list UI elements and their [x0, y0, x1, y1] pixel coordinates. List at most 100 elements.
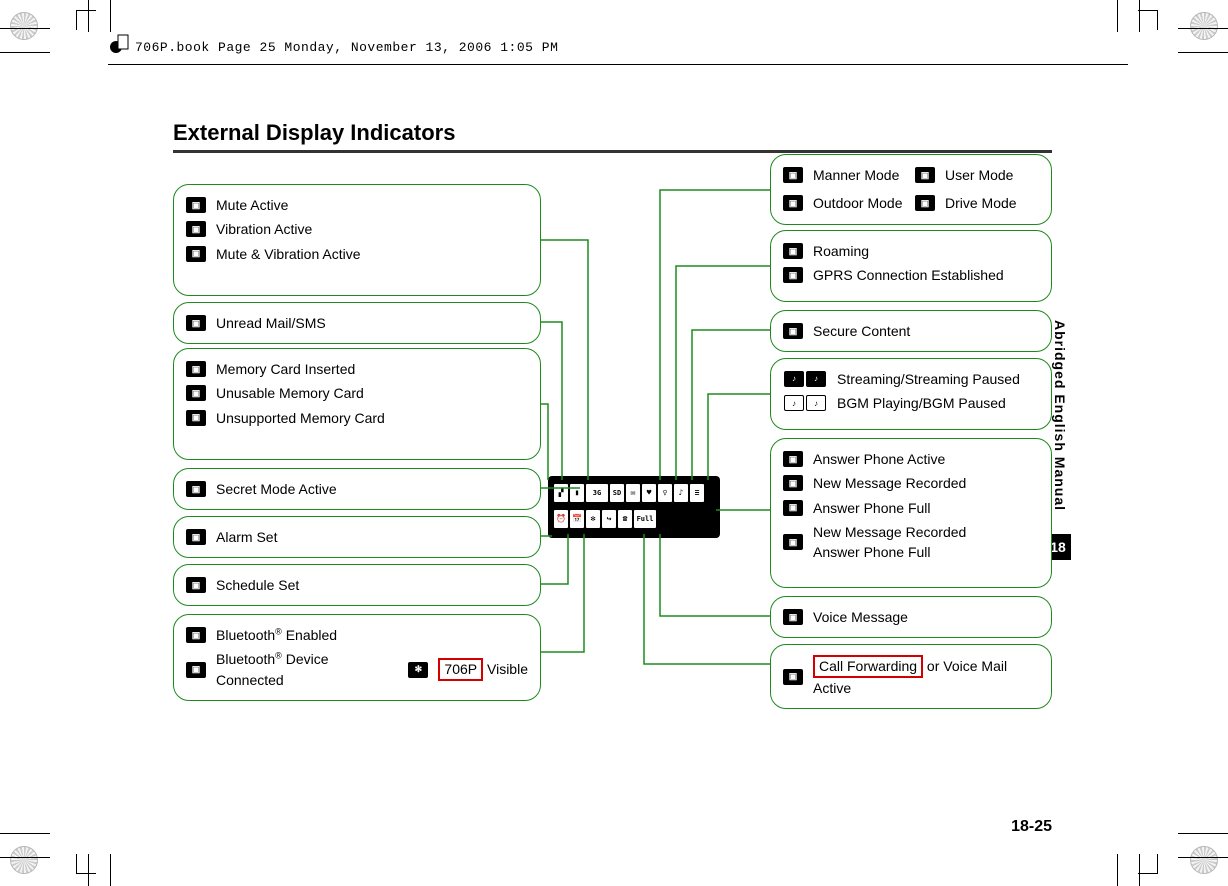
indicator-label: Call Forwarding or Voice Mail Active — [813, 655, 1039, 698]
indicator-group-media: ♪♪ Streaming/Streaming Paused ♪♪ BGM Playin… — [770, 358, 1052, 430]
indicator-label: Answer Phone Full — [813, 498, 931, 518]
mute-vibration-icon: ▣ — [186, 246, 206, 262]
indicator-group-voicemsg: ▣Voice Message — [770, 596, 1052, 638]
indicator-label: Roaming — [813, 241, 869, 261]
indicator-group-callfwd: ▣ Call Forwarding or Voice Mail Active — [770, 644, 1052, 709]
indicator-label: Streaming/Streaming Paused — [837, 369, 1020, 389]
bgm-pair-icon: ♪♪ — [783, 395, 827, 411]
streaming-pair-icon: ♪♪ — [783, 371, 827, 387]
indicator-row: ▣ Answer Phone Full — [783, 498, 1039, 518]
indicator-row: ▣ Bluetooth® Enabled — [186, 625, 528, 645]
page-title: External Display Indicators — [173, 120, 455, 146]
page-number: 18-25 — [1011, 818, 1052, 836]
indicator-row: ▣ Bluetooth® DeviceConnected ✻ 706P Visible — [186, 649, 528, 690]
indicator-label: User Mode — [945, 165, 1013, 185]
indicator-label: Memory Card Inserted — [216, 359, 355, 379]
indicator-row: ▣Unread Mail/SMS — [186, 313, 528, 333]
indicator-label: Alarm Set — [216, 527, 277, 547]
indicator-row: ▣ Mute & Vibration Active — [186, 244, 528, 264]
unread-mail-icon: ▣ — [186, 315, 206, 331]
indicator-label: 706P Visible — [438, 658, 528, 681]
vibration-icon: ▣ — [186, 221, 206, 237]
indicator-row: ▣ GPRS Connection Established — [783, 265, 1039, 285]
indicator-row: ▣ New Message Recorded — [783, 473, 1039, 493]
gprs-icon: ▣ — [783, 267, 803, 283]
indicator-label: BGM Playing/BGM Paused — [837, 393, 1006, 413]
indicator-label: Vibration Active — [216, 219, 312, 239]
indicator-label: Answer Phone Active — [813, 449, 945, 469]
manner-mode-icon: ▣ — [783, 167, 803, 183]
indicator-label: Unusable Memory Card — [216, 383, 364, 403]
indicator-label: New Message RecordedAnswer Phone Full — [813, 522, 966, 563]
indicator-row: ▣ Unusable Memory Card — [186, 383, 528, 403]
secret-mode-icon: ▣ — [186, 481, 206, 497]
bluetooth-enabled-icon: ▣ — [186, 627, 206, 643]
mute-icon: ▣ — [186, 197, 206, 213]
indicator-row: ▣Unsupported Memory Card — [186, 408, 528, 428]
title-underline — [173, 150, 1052, 153]
schedule-icon: ▣ — [186, 577, 206, 593]
indicator-group-schedule: ▣ Schedule Set — [173, 564, 541, 606]
indicator-row: ▣ Roaming — [783, 241, 1039, 261]
roaming-icon: ▣ — [783, 243, 803, 259]
user-mode-icon: ▣ — [915, 167, 935, 183]
header-timestamp: 706P.book Page 25 Monday, November 13, 2… — [135, 40, 558, 55]
indicator-row: ▣ User Mode — [915, 165, 1039, 185]
indicator-group-secret: ▣ Secret Mode Active — [173, 468, 541, 510]
sd-inserted-icon: ▣ — [186, 361, 206, 377]
indicator-row: ▣ Vibration Active — [186, 219, 528, 239]
answer-phone-full-icon: ▣ — [783, 500, 803, 516]
indicator-row: ♪♪ BGM Playing/BGM Paused — [783, 393, 1039, 413]
indicator-label: GPRS Connection Established — [813, 265, 1004, 285]
indicator-group-alarm: ▣ Alarm Set — [173, 516, 541, 558]
indicator-row: ▣Mute Active — [186, 195, 528, 215]
call-forwarding-icon: ▣ — [783, 669, 803, 685]
external-display-preview: ▞▮3GSD ✉♥♀♪≡ ⏰📅✻↪☎Full — [548, 476, 720, 538]
indicator-group-memory: ▣ Memory Card Inserted ▣ Unusable Memory Ca… — [173, 348, 541, 460]
indicator-row: ▣ Alarm Set — [186, 527, 528, 547]
indicator-label: Schedule Set — [216, 575, 299, 595]
header-icon — [108, 33, 130, 60]
indicator-group-answerphone: ▣ Answer Phone Active ▣ New Message Recorde… — [770, 438, 1052, 588]
indicator-row: ▣ Drive Mode — [915, 193, 1039, 213]
indicator-row: ▣ New Message RecordedAnswer Phone Full — [783, 522, 1039, 563]
new-message-full-icon: ▣ — [783, 534, 803, 550]
indicator-row: ▣Voice Message — [783, 607, 1039, 627]
outdoor-mode-icon: ▣ — [783, 195, 803, 211]
indicator-row: ▣ Secure Content — [783, 321, 1039, 341]
indicator-group-secure: ▣ Secure Content — [770, 310, 1052, 352]
indicator-row: ▣ Call Forwarding or Voice Mail Active — [783, 655, 1039, 698]
indicator-row: ▣ Memory Card Inserted — [186, 359, 528, 379]
indicator-label: Manner Mode — [813, 165, 899, 185]
indicator-group-bluetooth: ▣ Bluetooth® Enabled ▣ Bluetooth® DeviceCon… — [173, 614, 541, 701]
indicator-row: ▣ Schedule Set — [186, 575, 528, 595]
indicator-row: ▣ Outdoor Mode — [783, 193, 907, 213]
voice-message-icon: ▣ — [783, 609, 803, 625]
secure-content-icon: ▣ — [783, 323, 803, 339]
indicator-row: ♪♪ Streaming/Streaming Paused — [783, 369, 1039, 389]
answer-phone-active-icon: ▣ — [783, 451, 803, 467]
new-message-recorded-icon: ▣ — [783, 475, 803, 491]
drive-mode-icon: ▣ — [915, 195, 935, 211]
indicator-group-network: ▣ Roaming ▣ GPRS Connection Established — [770, 230, 1052, 302]
indicator-label: Outdoor Mode — [813, 193, 903, 213]
sd-unsupported-icon: ▣ — [186, 410, 206, 426]
indicator-label: Secret Mode Active — [216, 479, 337, 499]
indicator-label: Drive Mode — [945, 193, 1017, 213]
indicator-label: Secure Content — [813, 321, 910, 341]
indicator-row: ▣ Secret Mode Active — [186, 479, 528, 499]
indicator-label: Bluetooth® DeviceConnected — [216, 649, 329, 690]
sd-unusable-icon: ▣ — [186, 385, 206, 401]
side-label: Abridged English Manual — [1052, 320, 1068, 511]
indicator-label: Bluetooth® Enabled — [216, 625, 337, 645]
bluetooth-visible-icon: ✻ — [408, 662, 428, 678]
alarm-icon: ▣ — [186, 529, 206, 545]
indicator-group-mail: ▣Unread Mail/SMS — [173, 302, 541, 344]
indicator-row: ▣ Manner Mode — [783, 165, 907, 185]
indicator-row: ▣ Answer Phone Active — [783, 449, 1039, 469]
bluetooth-connected-icon: ▣ — [186, 662, 206, 678]
indicator-group-modes: ▣ Manner Mode ▣ User Mode ▣ Outdoor Mode ▣ Driv… — [770, 154, 1052, 225]
indicator-label: Mute & Vibration Active — [216, 244, 360, 264]
indicator-label: New Message Recorded — [813, 473, 966, 493]
indicator-group-mute: ▣Mute Active▣Vibration Active▣Mute & Vib… — [173, 184, 541, 296]
